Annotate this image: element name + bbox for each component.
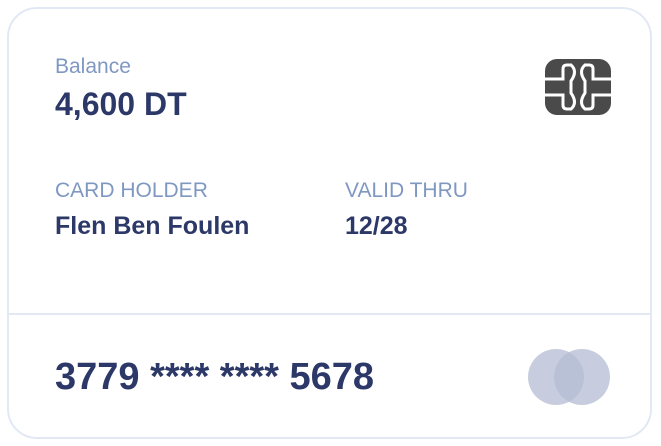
mastercard-circles-icon xyxy=(528,349,610,405)
card-number: 3779 **** **** 5678 xyxy=(55,356,375,398)
card-divider xyxy=(9,313,650,315)
valid-thru-label: VALID THRU xyxy=(345,179,468,202)
balance-value: 4,600 DT xyxy=(55,86,187,122)
card-holder-label: CARD HOLDER xyxy=(55,179,208,202)
sim-chip-icon xyxy=(545,59,611,115)
card-holder-name: Flen Ben Foulen xyxy=(55,212,250,240)
balance-label: Balance xyxy=(55,55,131,78)
credit-card: Balance 4,600 DT CARD HOLDER Flen Ben Fo… xyxy=(7,7,652,439)
valid-thru-value: 12/28 xyxy=(345,212,408,240)
